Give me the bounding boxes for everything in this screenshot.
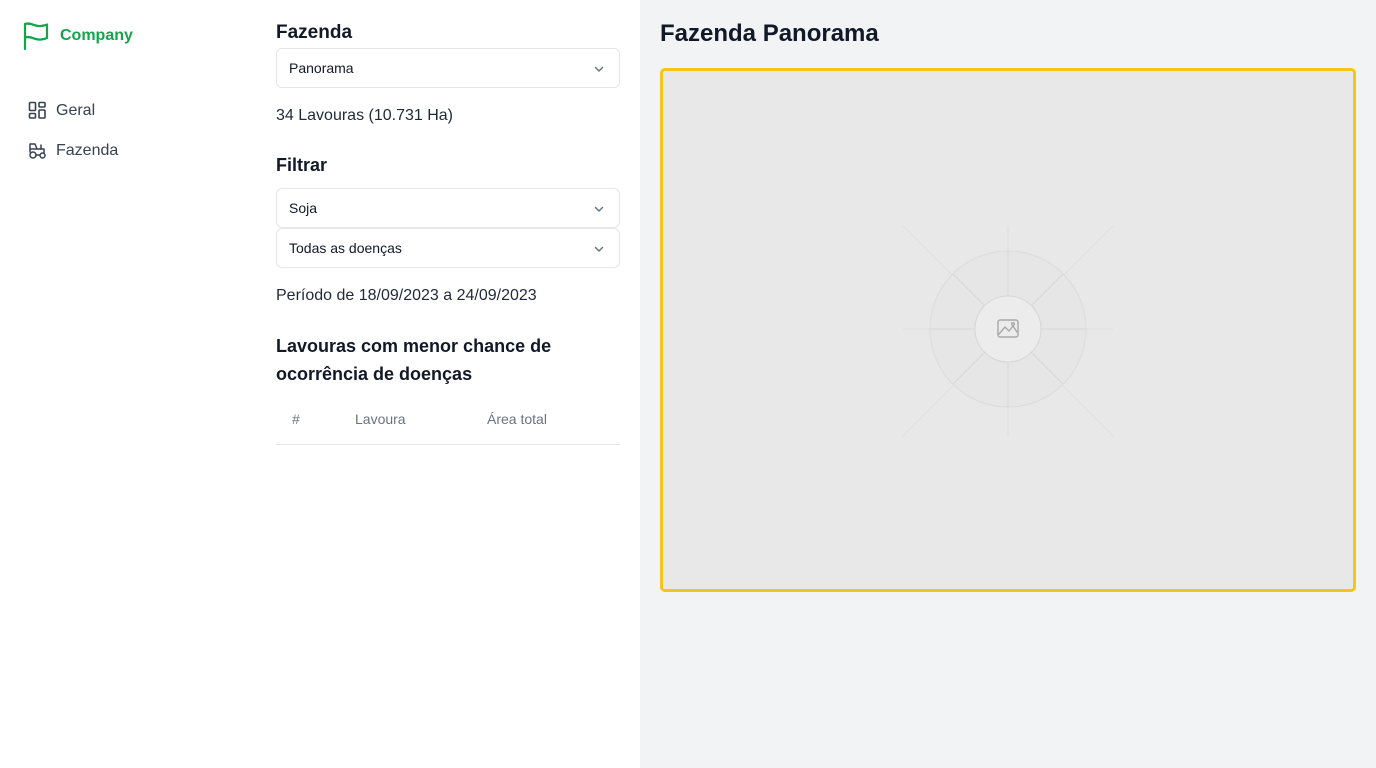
column-header-lavoura[interactable]: Lavoura (355, 411, 406, 427)
crop-select[interactable]: Soja (276, 188, 620, 228)
filter-label: Filtrar (276, 155, 328, 175)
image-placeholder-icon (902, 225, 1114, 437)
sidebar-item-label: Fazenda (56, 141, 119, 159)
chevron-down-icon (593, 202, 605, 218)
farm-select[interactable]: Panorama (276, 48, 620, 88)
map-area: Fazenda Panorama (640, 0, 1376, 768)
dashboard-icon (28, 101, 47, 120)
sidebar: Company Geral Fazenda (0, 0, 256, 768)
map-title: Fazenda Panorama (660, 20, 879, 47)
brand[interactable]: Company (22, 21, 133, 51)
column-header-rank: # (292, 411, 300, 427)
sidebar-item-label: Geral (56, 101, 96, 119)
column-header-area[interactable]: Área total (487, 411, 547, 427)
ranking-title: Lavouras com menor chance de ocorrência … (276, 336, 552, 384)
farm-summary: 34 Lavouras (10.731 Ha) (276, 107, 453, 124)
flag-icon (22, 21, 50, 51)
disease-select[interactable]: Todas as doenças (276, 228, 620, 268)
chevron-down-icon (593, 62, 605, 78)
chevron-down-icon (593, 242, 605, 258)
app-root: Company Geral Fazenda Fazenda Panorama 3… (0, 0, 1376, 768)
sidebar-item-fazenda[interactable]: Fazenda (28, 141, 118, 160)
map-frame[interactable] (660, 68, 1356, 592)
period-text: Período de 18/09/2023 a 24/09/2023 (276, 287, 537, 304)
farm-label: Fazenda (276, 22, 353, 43)
disease-select-value: Todas as doenças (289, 240, 402, 256)
farm-select-value: Panorama (289, 60, 354, 76)
brand-name: Company (60, 27, 133, 44)
ranking-table-header: # Lavoura Área total (276, 400, 620, 445)
crop-select-value: Soja (289, 200, 318, 216)
tractor-icon (28, 141, 47, 160)
sidebar-item-geral[interactable]: Geral (28, 101, 95, 120)
